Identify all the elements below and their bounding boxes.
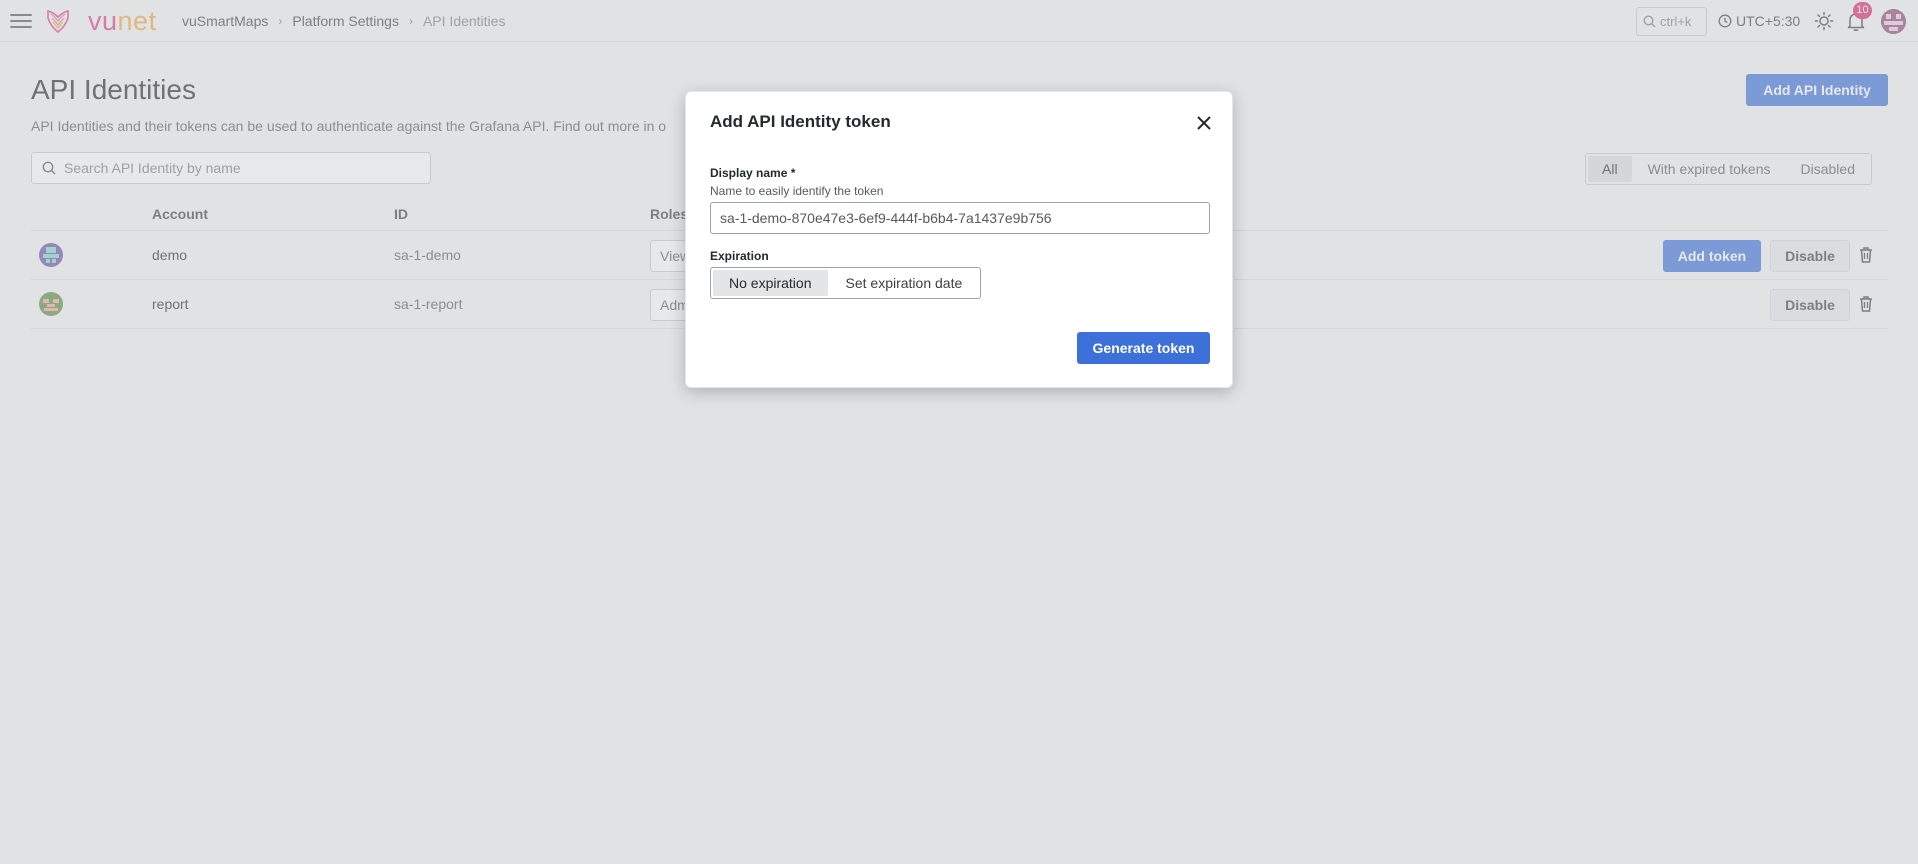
expiration-radio-group: No expiration Set expiration date	[710, 267, 982, 299]
close-icon[interactable]	[1193, 112, 1215, 134]
add-token-modal: Add API Identity token Display name * Na…	[685, 91, 1233, 388]
display-name-description: Name to easily identify the token	[710, 184, 884, 198]
modal-title: Add API Identity token	[710, 112, 891, 131]
expiration-label: Expiration	[710, 249, 769, 263]
display-name-input[interactable]	[710, 202, 1210, 234]
generate-token-button[interactable]: Generate token	[1077, 332, 1210, 364]
display-name-label: Display name *	[710, 166, 796, 180]
expiration-date-option[interactable]: Set expiration date	[830, 270, 979, 296]
expiration-none-option[interactable]: No expiration	[713, 270, 828, 296]
